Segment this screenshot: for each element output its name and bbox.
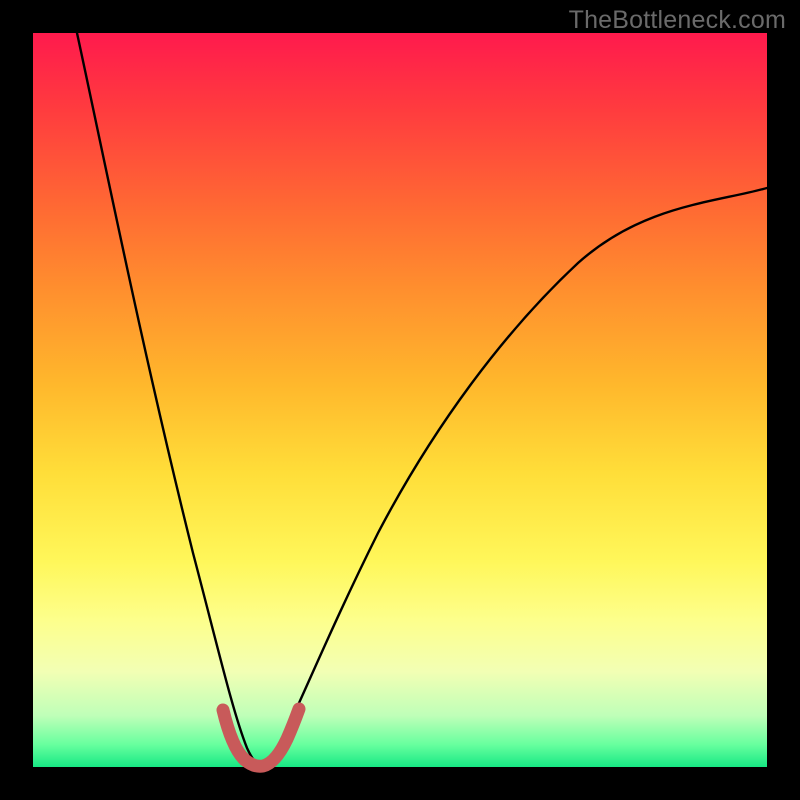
plot-area xyxy=(33,33,767,767)
watermark-text: TheBottleneck.com xyxy=(569,6,786,35)
bottleneck-curve xyxy=(33,33,767,767)
curve-path xyxy=(77,33,767,764)
chart-frame: TheBottleneck.com xyxy=(0,0,800,800)
trough-marker xyxy=(223,709,299,766)
